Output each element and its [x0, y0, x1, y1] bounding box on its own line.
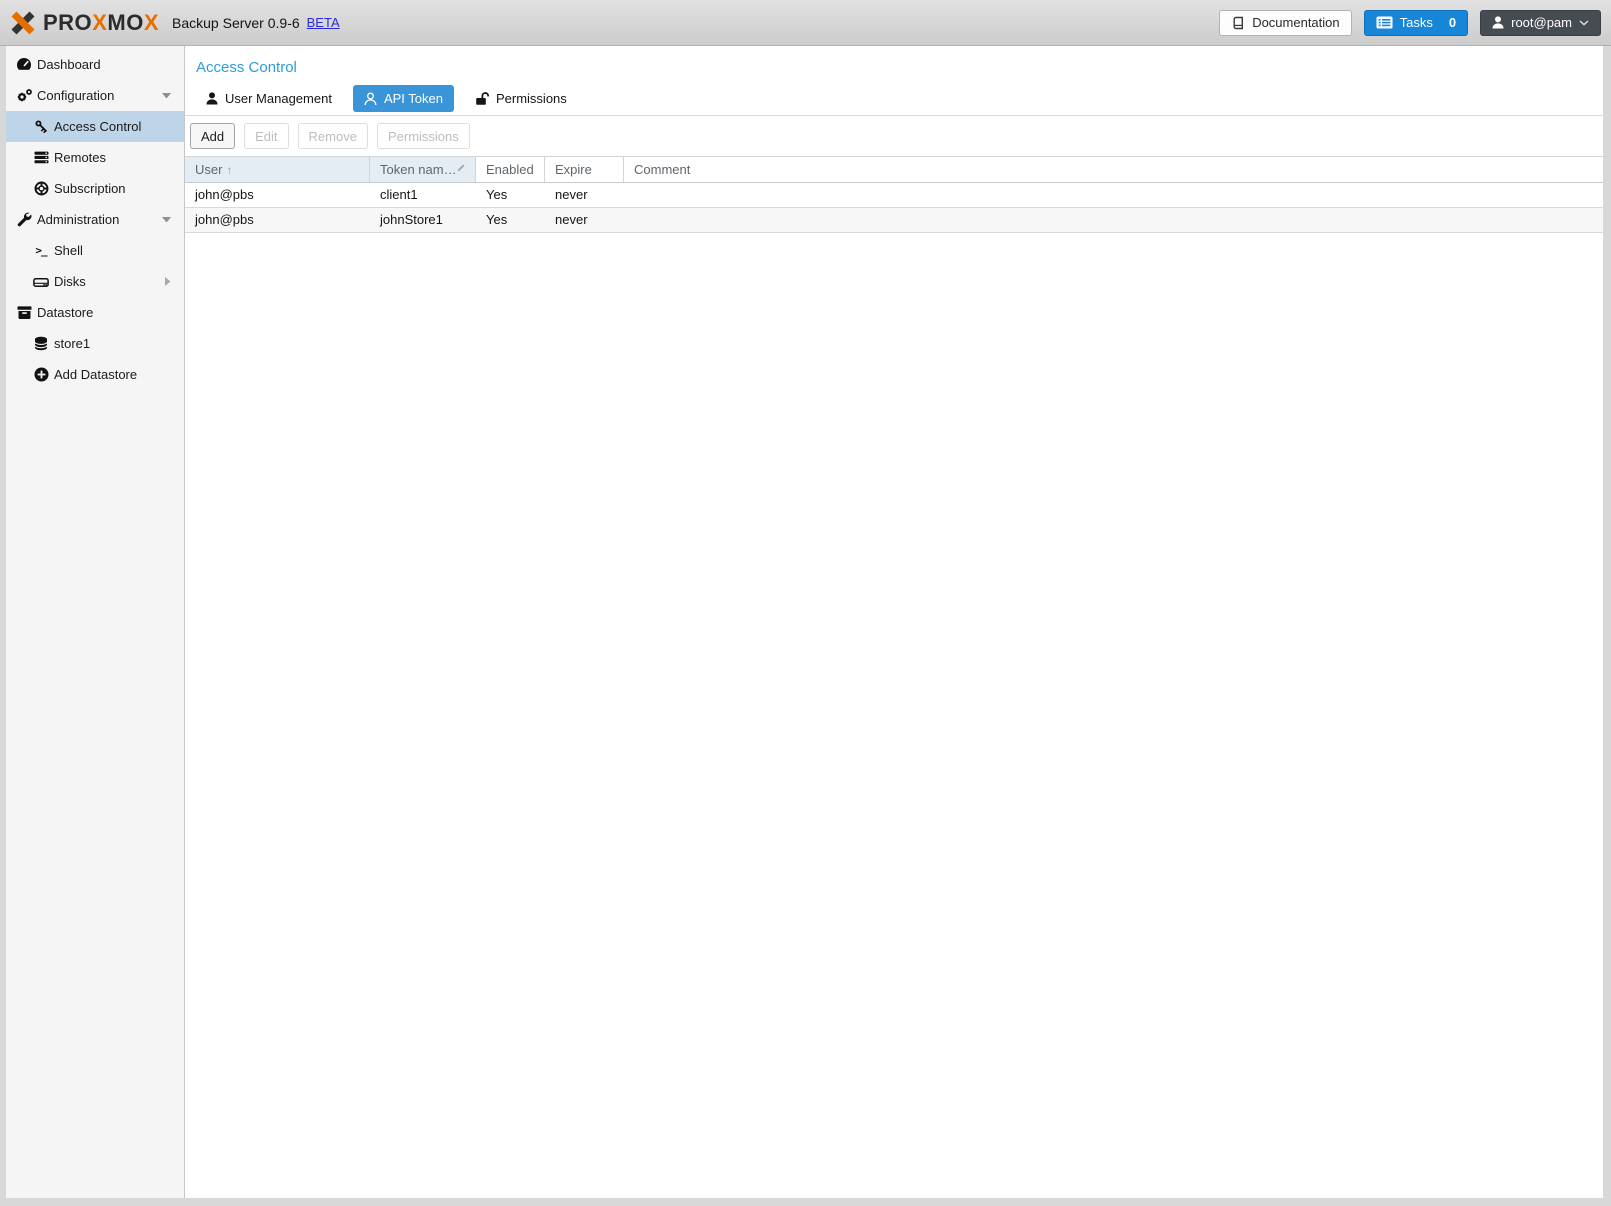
column-header-expire[interactable]: Expire: [545, 157, 624, 182]
api-token-table: User↑ Token nam… Enabled Expire Comment …: [185, 156, 1603, 233]
caret-down-icon[interactable]: [162, 93, 171, 99]
sidebar-item-shell[interactable]: >_ Shell: [6, 235, 184, 266]
column-header-enabled[interactable]: Enabled: [476, 157, 545, 182]
terminal-icon: >_: [32, 244, 50, 257]
book-icon: [1231, 16, 1245, 30]
tab-strip: User Management API Token: [185, 85, 1603, 116]
sidebar-item-label: Administration: [37, 212, 119, 227]
cell-expire: never: [545, 208, 624, 232]
column-header-token-name[interactable]: Token nam…: [370, 157, 476, 182]
cell-comment: [624, 183, 1603, 207]
sidebar-item-disks[interactable]: Disks: [6, 266, 184, 297]
life-ring-icon: [32, 181, 50, 196]
caret-down-icon[interactable]: [162, 217, 171, 223]
documentation-label: Documentation: [1252, 15, 1339, 30]
tab-label: API Token: [384, 91, 443, 106]
page-title: Access Control: [185, 46, 1603, 76]
logo-wordmark: PROXMOX: [43, 10, 159, 36]
sidebar-item-administration[interactable]: Administration: [6, 204, 184, 235]
sidebar-item-label: Shell: [54, 243, 83, 258]
table-row[interactable]: john@pbs client1 Yes never: [185, 183, 1603, 208]
sidebar-item-subscription[interactable]: Subscription: [6, 173, 184, 204]
sidebar-item-label: Add Datastore: [54, 367, 137, 382]
product-version-label: Backup Server 0.9-6: [172, 15, 300, 31]
logo-part: X: [144, 10, 159, 35]
content-panel: Access Control User Management: [185, 46, 1603, 1198]
edit-button[interactable]: Edit: [244, 123, 288, 149]
grid-toolbar: Add Edit Remove Permissions: [185, 116, 1603, 156]
tab-label: User Management: [225, 91, 332, 106]
wrench-icon: [15, 212, 33, 227]
sidebar-item-add-datastore[interactable]: Add Datastore: [6, 359, 184, 390]
cell-user: john@pbs: [185, 208, 370, 232]
tasks-list-icon: [1376, 16, 1393, 29]
top-bar: PROXMOX Backup Server 0.9-6 BETA Documen…: [0, 0, 1611, 46]
sidebar-item-remotes[interactable]: Remotes: [6, 142, 184, 173]
cell-expire: never: [545, 183, 624, 207]
sidebar-item-label: store1: [54, 336, 90, 351]
cell-token-name: client1: [370, 183, 476, 207]
user-outline-icon: [364, 92, 377, 106]
logo-part: PRO: [43, 10, 92, 35]
user-menu-label: root@pam: [1511, 15, 1572, 30]
tasks-button[interactable]: Tasks 0: [1364, 10, 1468, 36]
sidebar-item-configuration[interactable]: Configuration: [6, 80, 184, 111]
sidebar-item-label: Remotes: [54, 150, 106, 165]
sidebar-item-store1[interactable]: store1: [6, 328, 184, 359]
sidebar-item-datastore[interactable]: Datastore: [6, 297, 184, 328]
app-body: Dashboard Configuration: [6, 46, 1603, 1198]
cell-enabled: Yes: [476, 183, 545, 207]
chevron-down-icon: [1579, 20, 1589, 26]
user-icon: [1492, 16, 1504, 29]
tab-permissions[interactable]: Permissions: [464, 85, 578, 112]
column-header-comment[interactable]: Comment: [624, 157, 1603, 182]
tachometer-icon: [15, 57, 33, 73]
hdd-icon: [32, 275, 50, 289]
server-icon: [32, 151, 50, 164]
tasks-count-badge: 0: [1449, 15, 1456, 30]
plus-circle-icon: [32, 367, 50, 382]
logo-part: X: [92, 10, 107, 35]
tab-api-token[interactable]: API Token: [353, 85, 454, 112]
archive-box-icon: [15, 305, 33, 320]
cell-token-name: johnStore1: [370, 208, 476, 232]
documentation-button[interactable]: Documentation: [1219, 10, 1351, 36]
proxmox-x-icon: [10, 10, 36, 36]
sidebar-item-access-control[interactable]: Access Control: [6, 111, 184, 142]
column-header-user[interactable]: User↑: [185, 157, 370, 182]
sidebar-item-dashboard[interactable]: Dashboard: [6, 49, 184, 80]
database-icon: [32, 336, 50, 351]
sidebar-item-label: Subscription: [54, 181, 126, 196]
top-actions: Documentation Tasks 0 root@pam: [1219, 10, 1601, 36]
tab-label: Permissions: [496, 91, 567, 106]
user-menu-button[interactable]: root@pam: [1480, 10, 1601, 36]
table-header-row: User↑ Token nam… Enabled Expire Comment: [185, 156, 1603, 183]
key-icon: [32, 119, 50, 134]
sort-arrow-fragment-icon: [457, 164, 464, 171]
remove-button[interactable]: Remove: [298, 123, 368, 149]
sidebar-item-label: Access Control: [54, 119, 141, 134]
add-button[interactable]: Add: [190, 123, 235, 149]
unlock-icon: [475, 91, 489, 106]
sidebar: Dashboard Configuration: [6, 46, 185, 1198]
cell-enabled: Yes: [476, 208, 545, 232]
cogs-icon: [15, 88, 33, 103]
table-row[interactable]: john@pbs johnStore1 Yes never: [185, 208, 1603, 233]
sort-ascending-icon: ↑: [226, 163, 232, 177]
caret-right-icon[interactable]: [165, 277, 171, 286]
proxmox-backup-server-app: { "header": { "logo": { "parts": ["PRO",…: [0, 0, 1611, 1206]
sidebar-item-label: Datastore: [37, 305, 93, 320]
sidebar-item-label: Configuration: [37, 88, 114, 103]
beta-link[interactable]: BETA: [307, 15, 340, 30]
tasks-label: Tasks: [1400, 15, 1433, 30]
tab-user-management[interactable]: User Management: [195, 85, 343, 112]
proxmox-logo: PROXMOX: [10, 10, 159, 36]
logo-part: MO: [107, 10, 143, 35]
permissions-button[interactable]: Permissions: [377, 123, 470, 149]
cell-user: john@pbs: [185, 183, 370, 207]
user-icon: [206, 92, 218, 105]
cell-comment: [624, 208, 1603, 232]
sidebar-item-label: Dashboard: [37, 57, 101, 72]
sidebar-item-label: Disks: [54, 274, 86, 289]
